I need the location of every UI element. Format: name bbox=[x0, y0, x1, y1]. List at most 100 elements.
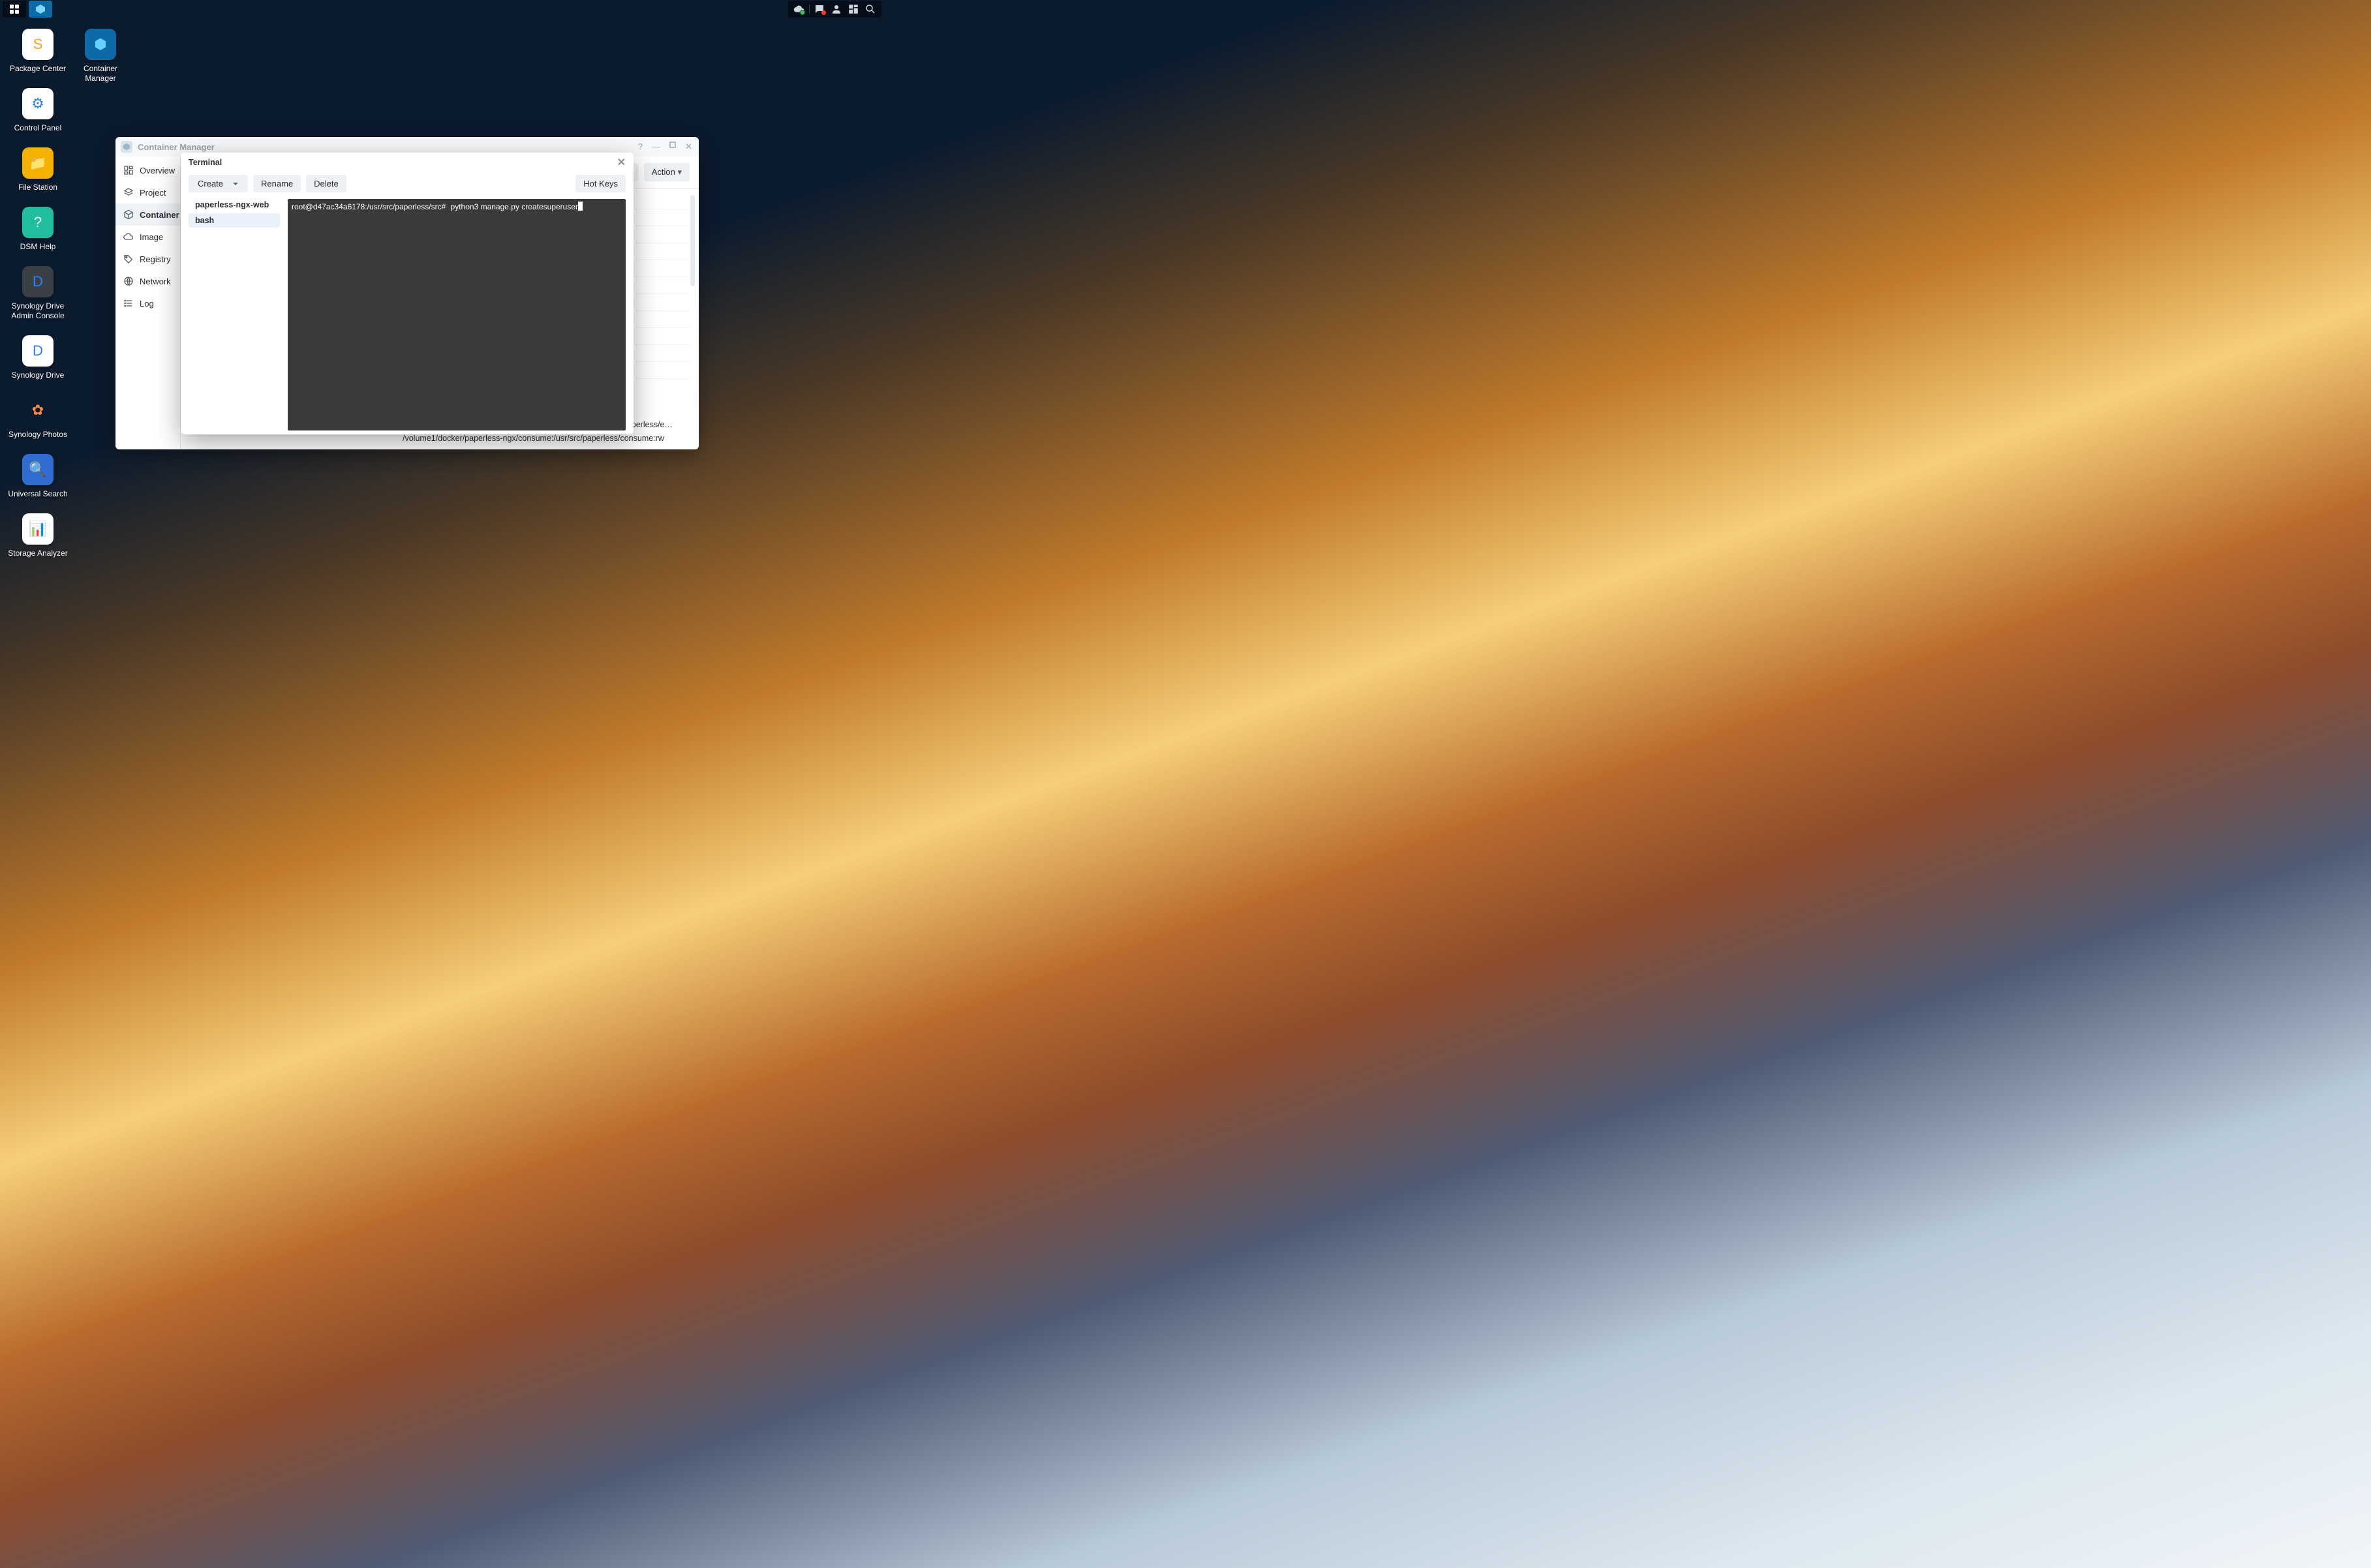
desktop-icon-label: Universal Search bbox=[8, 489, 67, 499]
drive-icon: D bbox=[22, 335, 54, 367]
window-app-icon bbox=[121, 141, 132, 153]
notification-dot bbox=[821, 10, 826, 15]
window-controls: ? — ✕ bbox=[638, 142, 692, 152]
desktop-icon-label: DSM Help bbox=[20, 242, 56, 252]
file-station-icon: 📁 bbox=[22, 147, 54, 179]
sidebar-item-image[interactable]: Image bbox=[115, 226, 180, 248]
desktop-icon-drive[interactable]: D Synology Drive bbox=[7, 330, 69, 389]
layers-icon bbox=[123, 187, 134, 198]
modal-body: paperless-ngx-web bash root@d47ac34a6178… bbox=[181, 199, 634, 434]
tray-widgets[interactable] bbox=[845, 1, 862, 18]
package-center-icon: S bbox=[22, 29, 54, 60]
maximize-button[interactable] bbox=[669, 142, 676, 152]
sidebar-item-label: Overview bbox=[140, 166, 175, 175]
terminal-modal: Terminal ✕ Create Rename Delete Hot Keys… bbox=[181, 153, 634, 434]
storage-analyzer-icon: 📊 bbox=[22, 513, 54, 545]
desktop-icon-drive-admin[interactable]: D Synology Drive Admin Console bbox=[7, 261, 69, 330]
dsm-help-icon: ? bbox=[22, 207, 54, 238]
sidebar: Overview Project Container Image Registry Net… bbox=[115, 157, 181, 449]
globe-icon bbox=[123, 276, 134, 286]
search-icon bbox=[864, 3, 876, 15]
tag-icon bbox=[123, 254, 134, 264]
desktop-icon-package-center[interactable]: S Package Center bbox=[7, 23, 69, 83]
desktop-icon-storage-analyzer[interactable]: 📊 Storage Analyzer bbox=[7, 508, 69, 567]
control-panel-icon: ⚙ bbox=[22, 88, 54, 119]
cloud-icon bbox=[123, 232, 134, 242]
cube-icon bbox=[123, 209, 134, 220]
taskbar-app-container-manager[interactable] bbox=[29, 1, 52, 18]
desktop-icon-label: Synology Drive bbox=[12, 370, 65, 380]
tray-search[interactable] bbox=[862, 1, 879, 18]
universal-search-icon: 🔍 bbox=[22, 454, 54, 485]
desktop-icon-universal-search[interactable]: 🔍 Universal Search bbox=[7, 449, 69, 508]
rename-button[interactable]: Rename bbox=[253, 175, 301, 192]
container-manager-icon: ⬢ bbox=[85, 29, 116, 60]
desktop-icon-control-panel[interactable]: ⚙ Control Panel bbox=[7, 83, 69, 142]
session-item-bash[interactable]: bash bbox=[189, 213, 280, 228]
terminal-output[interactable]: root@d47ac34a6178:/usr/src/paperless/src… bbox=[288, 199, 626, 430]
terminal-prompt: root@d47ac34a6178:/usr/src/paperless/src… bbox=[292, 202, 446, 211]
desktop-icon-label: Storage Analyzer bbox=[8, 549, 67, 558]
sidebar-item-label: Registry bbox=[140, 254, 171, 264]
tray-notifications[interactable] bbox=[811, 1, 828, 18]
desktop-icon-file-station[interactable]: 📁 File Station bbox=[7, 142, 69, 202]
sidebar-item-container[interactable]: Container bbox=[115, 204, 180, 226]
terminal-cursor bbox=[578, 202, 583, 211]
desktop-icon-container-manager[interactable]: ⬢ Container Manager bbox=[69, 23, 132, 93]
sidebar-item-project[interactable]: Project bbox=[115, 181, 180, 204]
window-title: Container Manager bbox=[138, 142, 215, 152]
desktop-icon-label: Synology Photos bbox=[8, 430, 67, 440]
taskbar bbox=[0, 0, 884, 18]
sidebar-item-label: Network bbox=[140, 277, 171, 286]
modal-titlebar[interactable]: Terminal ✕ bbox=[181, 153, 634, 172]
terminal-command: python3 manage.py createsuperuser bbox=[451, 202, 578, 211]
modal-close-button[interactable]: ✕ bbox=[617, 156, 626, 169]
drive-admin-icon: D bbox=[22, 266, 54, 297]
create-split-button: Create bbox=[189, 175, 248, 192]
sidebar-item-overview[interactable]: Overview bbox=[115, 159, 180, 181]
sidebar-item-label: Container bbox=[140, 210, 179, 220]
tray-health[interactable] bbox=[791, 1, 808, 18]
desktop-icon-label: Container Manager bbox=[70, 64, 130, 83]
desktop-icon-label: Control Panel bbox=[14, 123, 62, 133]
desktop-icon-label: File Station bbox=[18, 183, 57, 192]
create-dropdown-button[interactable] bbox=[232, 175, 248, 192]
desktop-icon-photos[interactable]: ✿ Synology Photos bbox=[7, 389, 69, 449]
action-button[interactable]: Action bbox=[644, 163, 690, 181]
dashboard-icon bbox=[848, 3, 859, 15]
system-tray bbox=[788, 1, 881, 18]
sidebar-item-registry[interactable]: Registry bbox=[115, 248, 180, 270]
sidebar-item-label: Project bbox=[140, 188, 166, 198]
tray-user[interactable] bbox=[828, 1, 845, 18]
terminal-sessions: paperless-ngx-web bash bbox=[189, 199, 280, 430]
square-icon bbox=[669, 142, 676, 148]
status-ok-dot bbox=[800, 10, 805, 15]
main-menu-button[interactable] bbox=[3, 1, 26, 18]
taskbar-left bbox=[3, 1, 52, 18]
desktop-icon-label: Package Center bbox=[10, 64, 66, 74]
scrollbar[interactable] bbox=[690, 195, 695, 286]
close-button[interactable]: ✕ bbox=[685, 142, 692, 152]
minimize-button[interactable]: — bbox=[652, 142, 660, 152]
delete-button[interactable]: Delete bbox=[306, 175, 346, 192]
modal-toolbar: Create Rename Delete Hot Keys bbox=[181, 172, 634, 199]
user-icon bbox=[831, 3, 842, 15]
sidebar-item-log[interactable]: Log bbox=[115, 292, 180, 314]
session-container-name: paperless-ngx-web bbox=[189, 199, 280, 213]
grid-icon bbox=[9, 4, 20, 14]
sidebar-item-label: Image bbox=[140, 232, 163, 242]
sidebar-item-label: Log bbox=[140, 299, 154, 309]
help-button[interactable]: ? bbox=[638, 142, 643, 152]
hexagon-icon bbox=[123, 143, 130, 151]
list-icon bbox=[123, 298, 134, 309]
hotkeys-button[interactable]: Hot Keys bbox=[575, 175, 626, 192]
desktop-icon-label: Synology Drive Admin Console bbox=[8, 301, 68, 321]
tray-separator bbox=[809, 5, 810, 14]
sidebar-item-network[interactable]: Network bbox=[115, 270, 180, 292]
desktop-icon-dsm-help[interactable]: ? DSM Help bbox=[7, 202, 69, 261]
chevron-down-icon bbox=[232, 181, 239, 187]
container-manager-icon bbox=[35, 4, 46, 14]
create-button[interactable]: Create bbox=[189, 175, 232, 192]
modal-title: Terminal bbox=[189, 158, 222, 167]
photos-icon: ✿ bbox=[22, 395, 54, 426]
